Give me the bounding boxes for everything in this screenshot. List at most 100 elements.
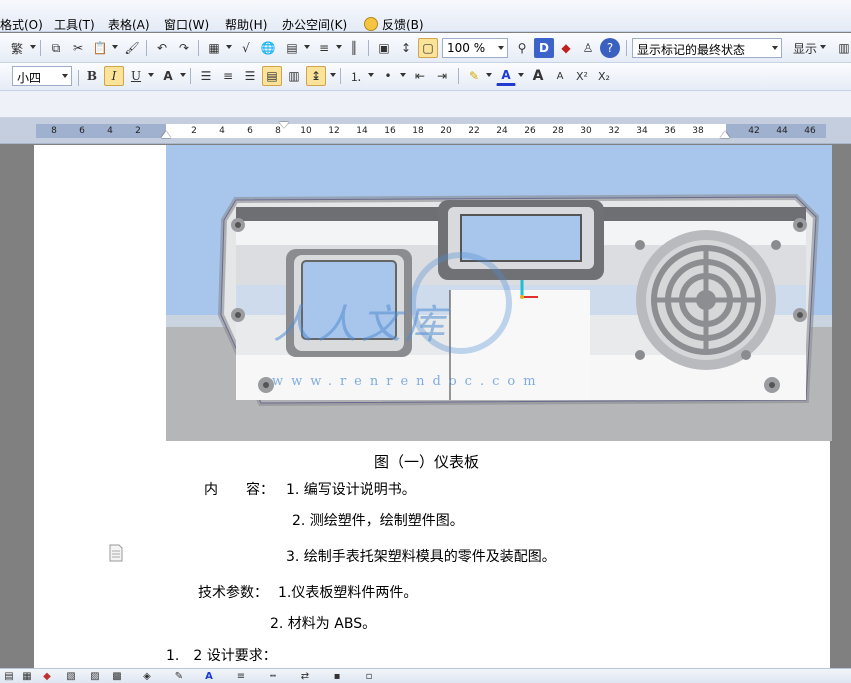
content-item-1: 1. 编写设计说明书。	[286, 482, 416, 498]
increase-indent-icon[interactable]: ⇥	[432, 66, 452, 86]
undo-icon[interactable]: ↶	[152, 38, 172, 58]
figure-instrument-panel[interactable]	[166, 145, 832, 441]
chevron-down-icon[interactable]	[820, 45, 826, 49]
align-right-icon[interactable]: ☰	[240, 66, 260, 86]
3d-icon[interactable]: ▫	[362, 670, 376, 683]
chevron-down-icon[interactable]	[368, 73, 374, 77]
menu-office-space[interactable]: 办公空间(K)	[282, 16, 347, 33]
dash-style-icon[interactable]: ┅	[266, 670, 280, 683]
subscript-button[interactable]: X₂	[594, 66, 614, 86]
ruler-tick: 18	[412, 126, 424, 136]
ruler-tick: 4	[107, 126, 113, 136]
chevron-down-icon[interactable]	[518, 73, 524, 77]
bold-button[interactable]: B	[82, 66, 102, 86]
view-draft-icon[interactable]: ▩	[110, 670, 124, 683]
hyperlink-icon[interactable]: 🌐	[258, 38, 278, 58]
menu-bar: 格式(O) 工具(T) 表格(A) 窗口(W) 帮助(H) 办公空间(K) 反馈…	[0, 0, 851, 32]
decrease-indent-icon[interactable]: ⇤	[410, 66, 430, 86]
toolbar-separator	[78, 70, 79, 86]
line-style-icon[interactable]: ≡	[234, 670, 248, 683]
char-scale-button[interactable]: A	[158, 66, 178, 86]
chevron-down-icon[interactable]	[112, 45, 118, 49]
chevron-down-icon[interactable]	[226, 45, 232, 49]
chevron-down-icon[interactable]	[486, 73, 492, 77]
line-spacing-icon[interactable]: ↨	[306, 66, 326, 86]
menu-feedback[interactable]: 反馈(B)	[364, 16, 424, 33]
redo-icon[interactable]: ↷	[174, 38, 194, 58]
chevron-down-icon[interactable]	[330, 73, 336, 77]
content-item-3: 3. 绘制手表托架塑料模具的零件及装配图。	[286, 549, 556, 565]
format-painter-icon[interactable]: 🖌	[122, 38, 142, 58]
line-color-icon[interactable]: ✎	[172, 670, 186, 683]
calculator-icon[interactable]: ▦	[204, 38, 224, 58]
font-color-icon[interactable]: A	[202, 670, 216, 683]
ruler-tick: 28	[552, 126, 564, 136]
chevron-down-icon[interactable]	[400, 73, 406, 77]
track-changes-view-select[interactable]: 显示标记的最终状态	[632, 38, 782, 58]
first-line-indent-marker[interactable]	[279, 122, 289, 128]
font-color-button[interactable]: A	[496, 66, 516, 86]
paragraph-icon[interactable]	[108, 544, 124, 562]
horizontal-ruler[interactable]: 8 6 4 2 2 4 6 8 10 12 14 16 18 20 22 24 …	[0, 118, 851, 144]
sort-icon[interactable]: ↕	[396, 38, 416, 58]
arrow-style-icon[interactable]: ⇄	[298, 670, 312, 683]
menu-table[interactable]: 表格(A)	[108, 16, 150, 33]
show-menu-button[interactable]: 显示	[788, 38, 822, 58]
view-print-icon[interactable]: ◆	[40, 670, 54, 683]
align-center-icon[interactable]: ≡	[218, 66, 238, 86]
binoculars-icon[interactable]: ⚲	[512, 38, 532, 58]
show-paragraph-icon[interactable]: ▢	[418, 38, 438, 58]
columns-icon[interactable]: ≡	[314, 38, 334, 58]
chart-icon[interactable]: ║	[344, 38, 364, 58]
align-left-icon[interactable]: ☰	[196, 66, 216, 86]
ruler-tick: 44	[776, 126, 788, 136]
menu-window[interactable]: 窗口(W)	[164, 16, 209, 33]
view-web-icon[interactable]: ▦	[20, 670, 34, 683]
traditional-chinese-button[interactable]: 繁	[6, 38, 28, 58]
font-size-select[interactable]: 小四	[12, 66, 72, 86]
justify-icon[interactable]: ▤	[262, 66, 282, 86]
left-indent-marker[interactable]	[161, 131, 171, 138]
highlight-icon[interactable]: ✎	[464, 66, 484, 86]
paste-icon[interactable]: 📋	[90, 38, 110, 58]
shrink-font-button[interactable]: A	[550, 66, 570, 86]
italic-button[interactable]: I	[104, 66, 124, 86]
view-reading-icon[interactable]: ▨	[88, 670, 102, 683]
fill-color-icon[interactable]: ◈	[140, 670, 154, 683]
grow-font-button[interactable]: A	[528, 66, 548, 86]
view-normal-icon[interactable]: ▤	[2, 670, 16, 683]
chevron-down-icon[interactable]	[30, 45, 36, 49]
superscript-button[interactable]: X²	[572, 66, 592, 86]
right-indent-marker[interactable]	[720, 131, 730, 138]
menu-help[interactable]: 帮助(H)	[225, 16, 267, 33]
chevron-down-icon[interactable]	[180, 73, 186, 77]
office-icon[interactable]: ◆	[556, 38, 576, 58]
review-pane-icon[interactable]: ▥	[834, 38, 851, 58]
formula-icon[interactable]: √	[236, 38, 256, 58]
numbering-icon[interactable]: ⒈	[346, 66, 366, 86]
toolbar-separator	[458, 68, 459, 84]
doc-icon[interactable]: D	[534, 38, 554, 58]
help-icon[interactable]: ?	[600, 38, 620, 58]
zoom-select[interactable]: 100 %	[442, 38, 508, 58]
chevron-down-icon[interactable]	[304, 45, 310, 49]
ruler-tick: 20	[440, 126, 452, 136]
view-outline-icon[interactable]: ▧	[64, 670, 78, 683]
copy-icon[interactable]: ⧉	[46, 38, 66, 58]
feedback-icon	[364, 17, 378, 31]
toolbar-separator	[146, 40, 147, 56]
chevron-down-icon[interactable]	[336, 45, 342, 49]
shadow-icon[interactable]: ▪	[330, 670, 344, 683]
ruler-tick: 26	[524, 126, 536, 136]
chevron-down-icon[interactable]	[148, 73, 154, 77]
menu-format[interactable]: 格式(O)	[0, 16, 43, 33]
shirt-icon[interactable]: ♙	[578, 38, 598, 58]
table-icon[interactable]: ▤	[282, 38, 302, 58]
menu-tools[interactable]: 工具(T)	[54, 16, 95, 33]
track-changes-view-value: 显示标记的最终状态	[637, 43, 746, 57]
distributed-icon[interactable]: ▥	[284, 66, 304, 86]
underline-button[interactable]: U	[126, 66, 146, 86]
bullets-icon[interactable]: •	[378, 66, 398, 86]
cut-icon[interactable]: ✂	[68, 38, 88, 58]
review-icon[interactable]: ▣	[374, 38, 394, 58]
